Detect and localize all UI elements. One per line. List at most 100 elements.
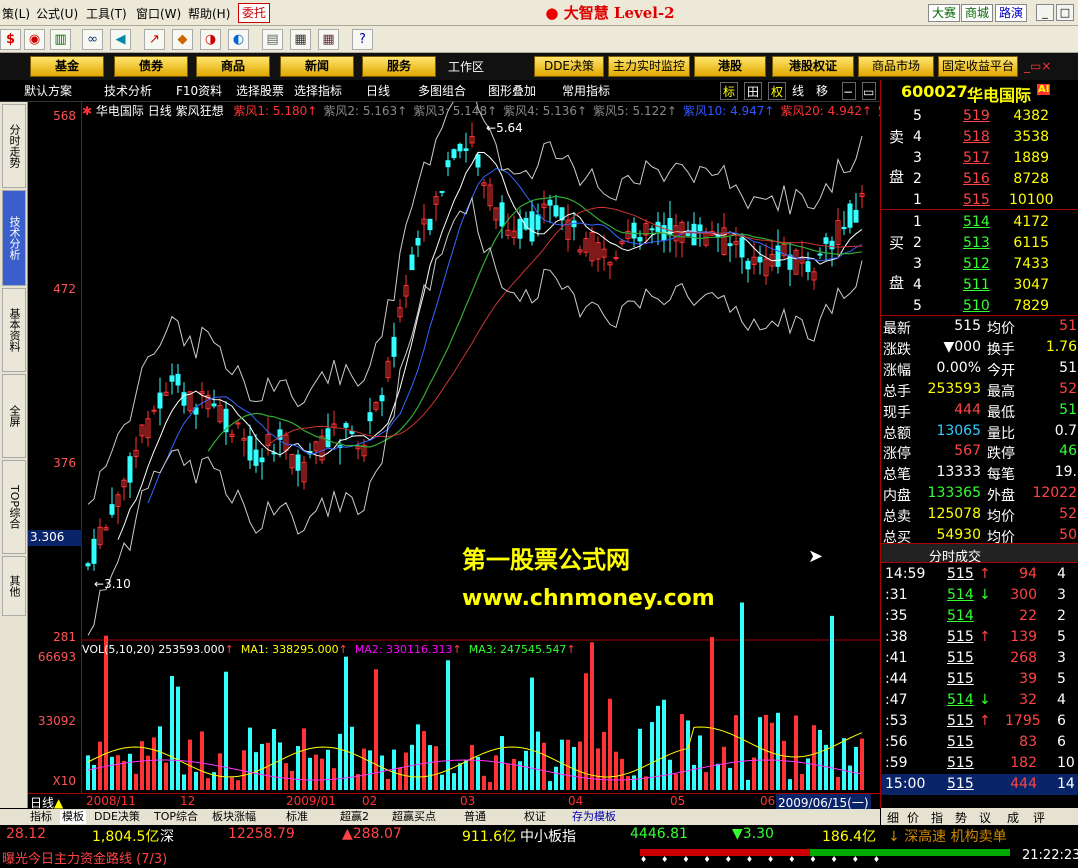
status-message[interactable]: 曝光今日主力资金路线 (7/3) <box>2 848 167 867</box>
btab-dde[interactable]: DDE决策 <box>94 810 140 824</box>
tick-row[interactable]: :56 515 83 6 <box>881 732 1078 753</box>
btab-sector[interactable]: 板块涨幅 <box>212 810 256 824</box>
btab-indicator[interactable]: 指标 <box>30 810 52 824</box>
tick-row[interactable]: :59 515 182 10 <box>881 753 1078 774</box>
workspace-label[interactable]: 工作区 <box>448 58 484 75</box>
sell-row[interactable]: 5 519 4382 <box>881 106 1078 127</box>
qtab-index[interactable]: 指 <box>931 809 943 826</box>
qtab-discuss[interactable]: 议 <box>979 809 991 826</box>
index-name-sme[interactable]: 中小板指 <box>520 826 576 846</box>
tick-row[interactable]: 14:59 515 ↑ 94 4 <box>881 564 1078 585</box>
tab-daily[interactable]: 日线 <box>366 82 390 100</box>
chart-canvas[interactable] <box>82 102 880 806</box>
buy-row[interactable]: 2 513 6115 <box>881 233 1078 254</box>
nav-fullscreen[interactable]: 全屏 <box>2 374 26 458</box>
btab-save-template[interactable]: 存为模板 <box>572 810 616 824</box>
index-name-sz[interactable]: 深 <box>160 826 174 846</box>
window-icon[interactable]: ▦ <box>290 29 311 50</box>
func-commodity-market[interactable]: 商品市场 <box>858 56 934 77</box>
buy-row[interactable]: 4 511 3047 <box>881 275 1078 296</box>
chart-icon[interactable]: ▥ <box>50 29 71 50</box>
trade-icon[interactable]: ◑ <box>200 29 221 50</box>
trend-icon[interactable]: ↗ <box>144 29 165 50</box>
qtab-trend[interactable]: 势 <box>955 809 967 826</box>
func-fixed-income[interactable]: 固定收益平台 <box>938 56 1018 77</box>
menu-help[interactable]: 帮助(H) <box>188 5 230 22</box>
nav-top[interactable]: TOP综合 <box>2 460 26 554</box>
func-hk-warrant[interactable]: 港股权证 <box>772 56 854 77</box>
qtab-review[interactable]: 评 <box>1033 809 1045 826</box>
tab-icon-grid[interactable]: 田 <box>744 82 763 100</box>
tab-icon-line[interactable]: 线 <box>792 82 804 100</box>
tab-overlay[interactable]: 图形叠加 <box>488 82 536 100</box>
tab-select-stock[interactable]: 选择股票 <box>236 82 284 100</box>
func-dde[interactable]: DDE决策 <box>534 56 604 77</box>
maximize-icon[interactable]: □ <box>1056 4 1074 21</box>
tick-row[interactable]: :44 515 39 5 <box>881 669 1078 690</box>
func-bond[interactable]: 债券 <box>114 56 188 77</box>
btab-chaoying-buy[interactable]: 超赢买点 <box>392 810 436 824</box>
menu-window[interactable]: 窗口(W) <box>136 5 181 22</box>
tick-row[interactable]: :41 515 268 3 <box>881 648 1078 669</box>
tab-select-indicator[interactable]: 选择指标 <box>294 82 342 100</box>
ticks-header[interactable]: 分时成交 <box>881 543 1078 565</box>
quick-link-contest[interactable]: 大赛 <box>928 4 961 22</box>
btab-warrant[interactable]: 权证 <box>524 810 546 824</box>
sell-row[interactable]: 1 515 10100 <box>881 190 1078 211</box>
func-service[interactable]: 服务 <box>362 56 436 77</box>
minus-icon[interactable]: − <box>842 82 856 100</box>
news-ticker[interactable]: ↓ 深高速 机构卖单 <box>888 826 1007 846</box>
btab-template[interactable]: 模板 <box>60 810 86 824</box>
tab-icon-rights[interactable]: 权 <box>768 82 787 100</box>
tab-multi-chart[interactable]: 多图组合 <box>418 82 466 100</box>
menu-tools[interactable]: 工具(T) <box>86 5 127 22</box>
qtab-price[interactable]: 价 <box>907 809 919 826</box>
buy-row[interactable]: 5 510 7829 <box>881 296 1078 317</box>
qtab-detail[interactable]: 细 <box>887 809 899 826</box>
sell-row[interactable]: 4 518 3538 <box>881 127 1078 148</box>
tab-technical-analysis[interactable]: 技术分析 <box>104 82 152 100</box>
nav-technical[interactable]: 技术分析 <box>2 190 26 286</box>
kline-chart[interactable]: ✱ 华电国际 日线 紫风狂想 紫风1: 5.180↑ 紫风2: 5.163↑ 紫风3… <box>82 102 880 806</box>
quick-link-mall[interactable]: 商城 <box>961 4 994 22</box>
tab-icon-move[interactable]: 移 <box>816 82 828 100</box>
tick-row[interactable]: :53 515 ↑ 1795 6 <box>881 711 1078 732</box>
tick-row[interactable]: :35 514 22 2 <box>881 606 1078 627</box>
nav-timeshare[interactable]: 分时走势 <box>2 104 26 188</box>
quick-link-roadshow[interactable]: 路演 <box>995 4 1028 22</box>
tab-default-scheme[interactable]: 默认方案 <box>24 82 72 100</box>
func-news[interactable]: 新闻 <box>280 56 354 77</box>
sell-row[interactable]: 2 516 8728 <box>881 169 1078 190</box>
restore-icon[interactable]: _▭× <box>1024 59 1051 73</box>
buy-row[interactable]: 3 512 7433 <box>881 254 1078 275</box>
sell-row[interactable]: 3 517 1889 <box>881 148 1078 169</box>
btab-normal[interactable]: 普通 <box>464 810 486 824</box>
nav-fundamental[interactable]: 基本资料 <box>2 288 26 372</box>
func-hk-stock[interactable]: 港股 <box>694 56 766 77</box>
grid-icon[interactable]: ▦ <box>318 29 339 50</box>
dollar-icon[interactable]: $ <box>0 29 21 50</box>
tab-common-indicators[interactable]: 常用指标 <box>562 82 610 100</box>
btab-chaoying2[interactable]: 超赢2 <box>340 810 369 824</box>
tab-f10[interactable]: F10资料 <box>176 82 222 100</box>
tick-row[interactable]: :31 514 ↓ 300 3 <box>881 585 1078 606</box>
flag-icon[interactable]: ◉ <box>24 29 45 50</box>
entrust-button[interactable]: 委托 <box>238 3 270 23</box>
func-commodity[interactable]: 商品 <box>196 56 270 77</box>
diamond-icon[interactable]: ◆ <box>172 29 193 50</box>
window-icon[interactable]: ▭ <box>862 82 876 100</box>
tick-row[interactable]: :38 515 ↑ 139 5 <box>881 627 1078 648</box>
nav-other[interactable]: 其他 <box>2 556 26 616</box>
qtab-deal[interactable]: 成 <box>1007 809 1019 826</box>
btab-top[interactable]: TOP综合 <box>154 810 198 824</box>
tab-icon-mark[interactable]: 标 <box>720 82 739 100</box>
tick-row[interactable]: 15:00 515 444 14 <box>881 774 1078 795</box>
btab-standard[interactable]: 标准 <box>286 810 308 824</box>
minimize-icon[interactable]: _ <box>1036 4 1054 21</box>
func-fund[interactable]: 基金 <box>30 56 104 77</box>
menu-formula[interactable]: 公式(U) <box>36 5 78 22</box>
func-main-monitor[interactable]: 主力实时监控 <box>608 56 690 77</box>
buy-row[interactable]: 1 514 4172 <box>881 212 1078 233</box>
settings-icon[interactable]: ✱ <box>82 104 92 118</box>
global-icon[interactable]: ◐ <box>228 29 249 50</box>
